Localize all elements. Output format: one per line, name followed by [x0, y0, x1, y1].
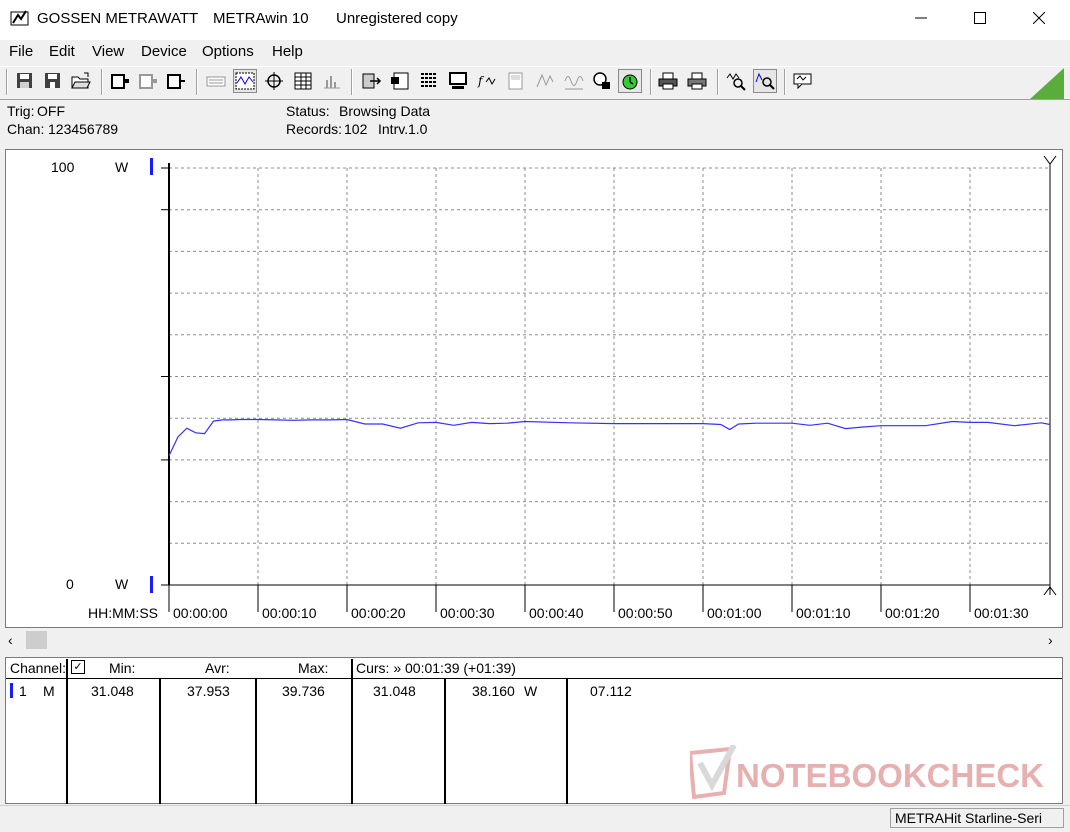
row-min: 31.048	[91, 683, 134, 699]
x-axis-caption: HH:MM:SS	[88, 605, 158, 621]
channel-color-marker	[10, 683, 13, 698]
horizontal-scrollbar[interactable]	[5, 629, 1063, 650]
row-unit: W	[524, 683, 538, 699]
header-max: Max:	[298, 660, 329, 676]
notebookcheck-watermark: NOTEBOOKCHECK	[687, 743, 1060, 807]
x-tick-label: 00:00:20	[351, 605, 406, 621]
x-tick-label: 00:00:40	[529, 605, 584, 621]
x-tick-label: 00:00:50	[618, 605, 673, 621]
row-extra: 07.112	[590, 683, 632, 699]
cursor-marker-top	[1043, 155, 1057, 168]
x-tick-label: 00:00:00	[173, 605, 228, 621]
series-line	[168, 418, 1051, 456]
x-tick-label: 00:01:30	[974, 605, 1029, 621]
row-mode: M	[43, 683, 55, 699]
scroll-left-button[interactable]: ‹	[8, 632, 13, 648]
x-tick-label: 00:01:10	[796, 605, 851, 621]
chevron-right-icon: ›	[1048, 632, 1053, 648]
table-divider	[66, 659, 68, 804]
channel-checkbox[interactable]: ✓	[71, 660, 85, 674]
table-divider	[351, 659, 353, 804]
x-tick-label: 00:01:00	[707, 605, 762, 621]
x-tick-label: 00:01:20	[885, 605, 940, 621]
table-divider	[566, 679, 568, 804]
watermark-text: NOTEBOOKCHECK	[736, 757, 1044, 794]
header-min: Min:	[109, 660, 136, 676]
row-avr: 37.953	[187, 683, 230, 699]
header-avr: Avr:	[205, 660, 230, 676]
table-divider	[444, 679, 446, 804]
scroll-right-button[interactable]: ›	[1048, 632, 1053, 648]
row-max: 39.736	[282, 683, 325, 699]
line-plot	[161, 155, 1057, 612]
chevron-left-icon: ‹	[8, 632, 13, 648]
table-divider	[255, 679, 257, 804]
table-divider	[159, 679, 161, 804]
x-tick-label: 00:00:10	[262, 605, 317, 621]
row-current-value: 38.160	[472, 683, 515, 699]
header-channel: Channel:	[10, 660, 67, 676]
x-tick-label: 00:00:30	[440, 605, 495, 621]
row-curs-value: 31.048	[373, 683, 416, 699]
checkmark-icon: ✓	[73, 661, 83, 673]
header-cursor: Curs: » 00:01:39 (+01:39)	[356, 660, 516, 676]
row-channel-no: 1	[19, 683, 27, 699]
scroll-thumb[interactable]	[26, 631, 47, 649]
device-status: METRAHit Starline-Seri	[890, 808, 1064, 828]
cursor-marker-bottom	[1043, 585, 1057, 596]
table-header-line	[6, 678, 1062, 679]
